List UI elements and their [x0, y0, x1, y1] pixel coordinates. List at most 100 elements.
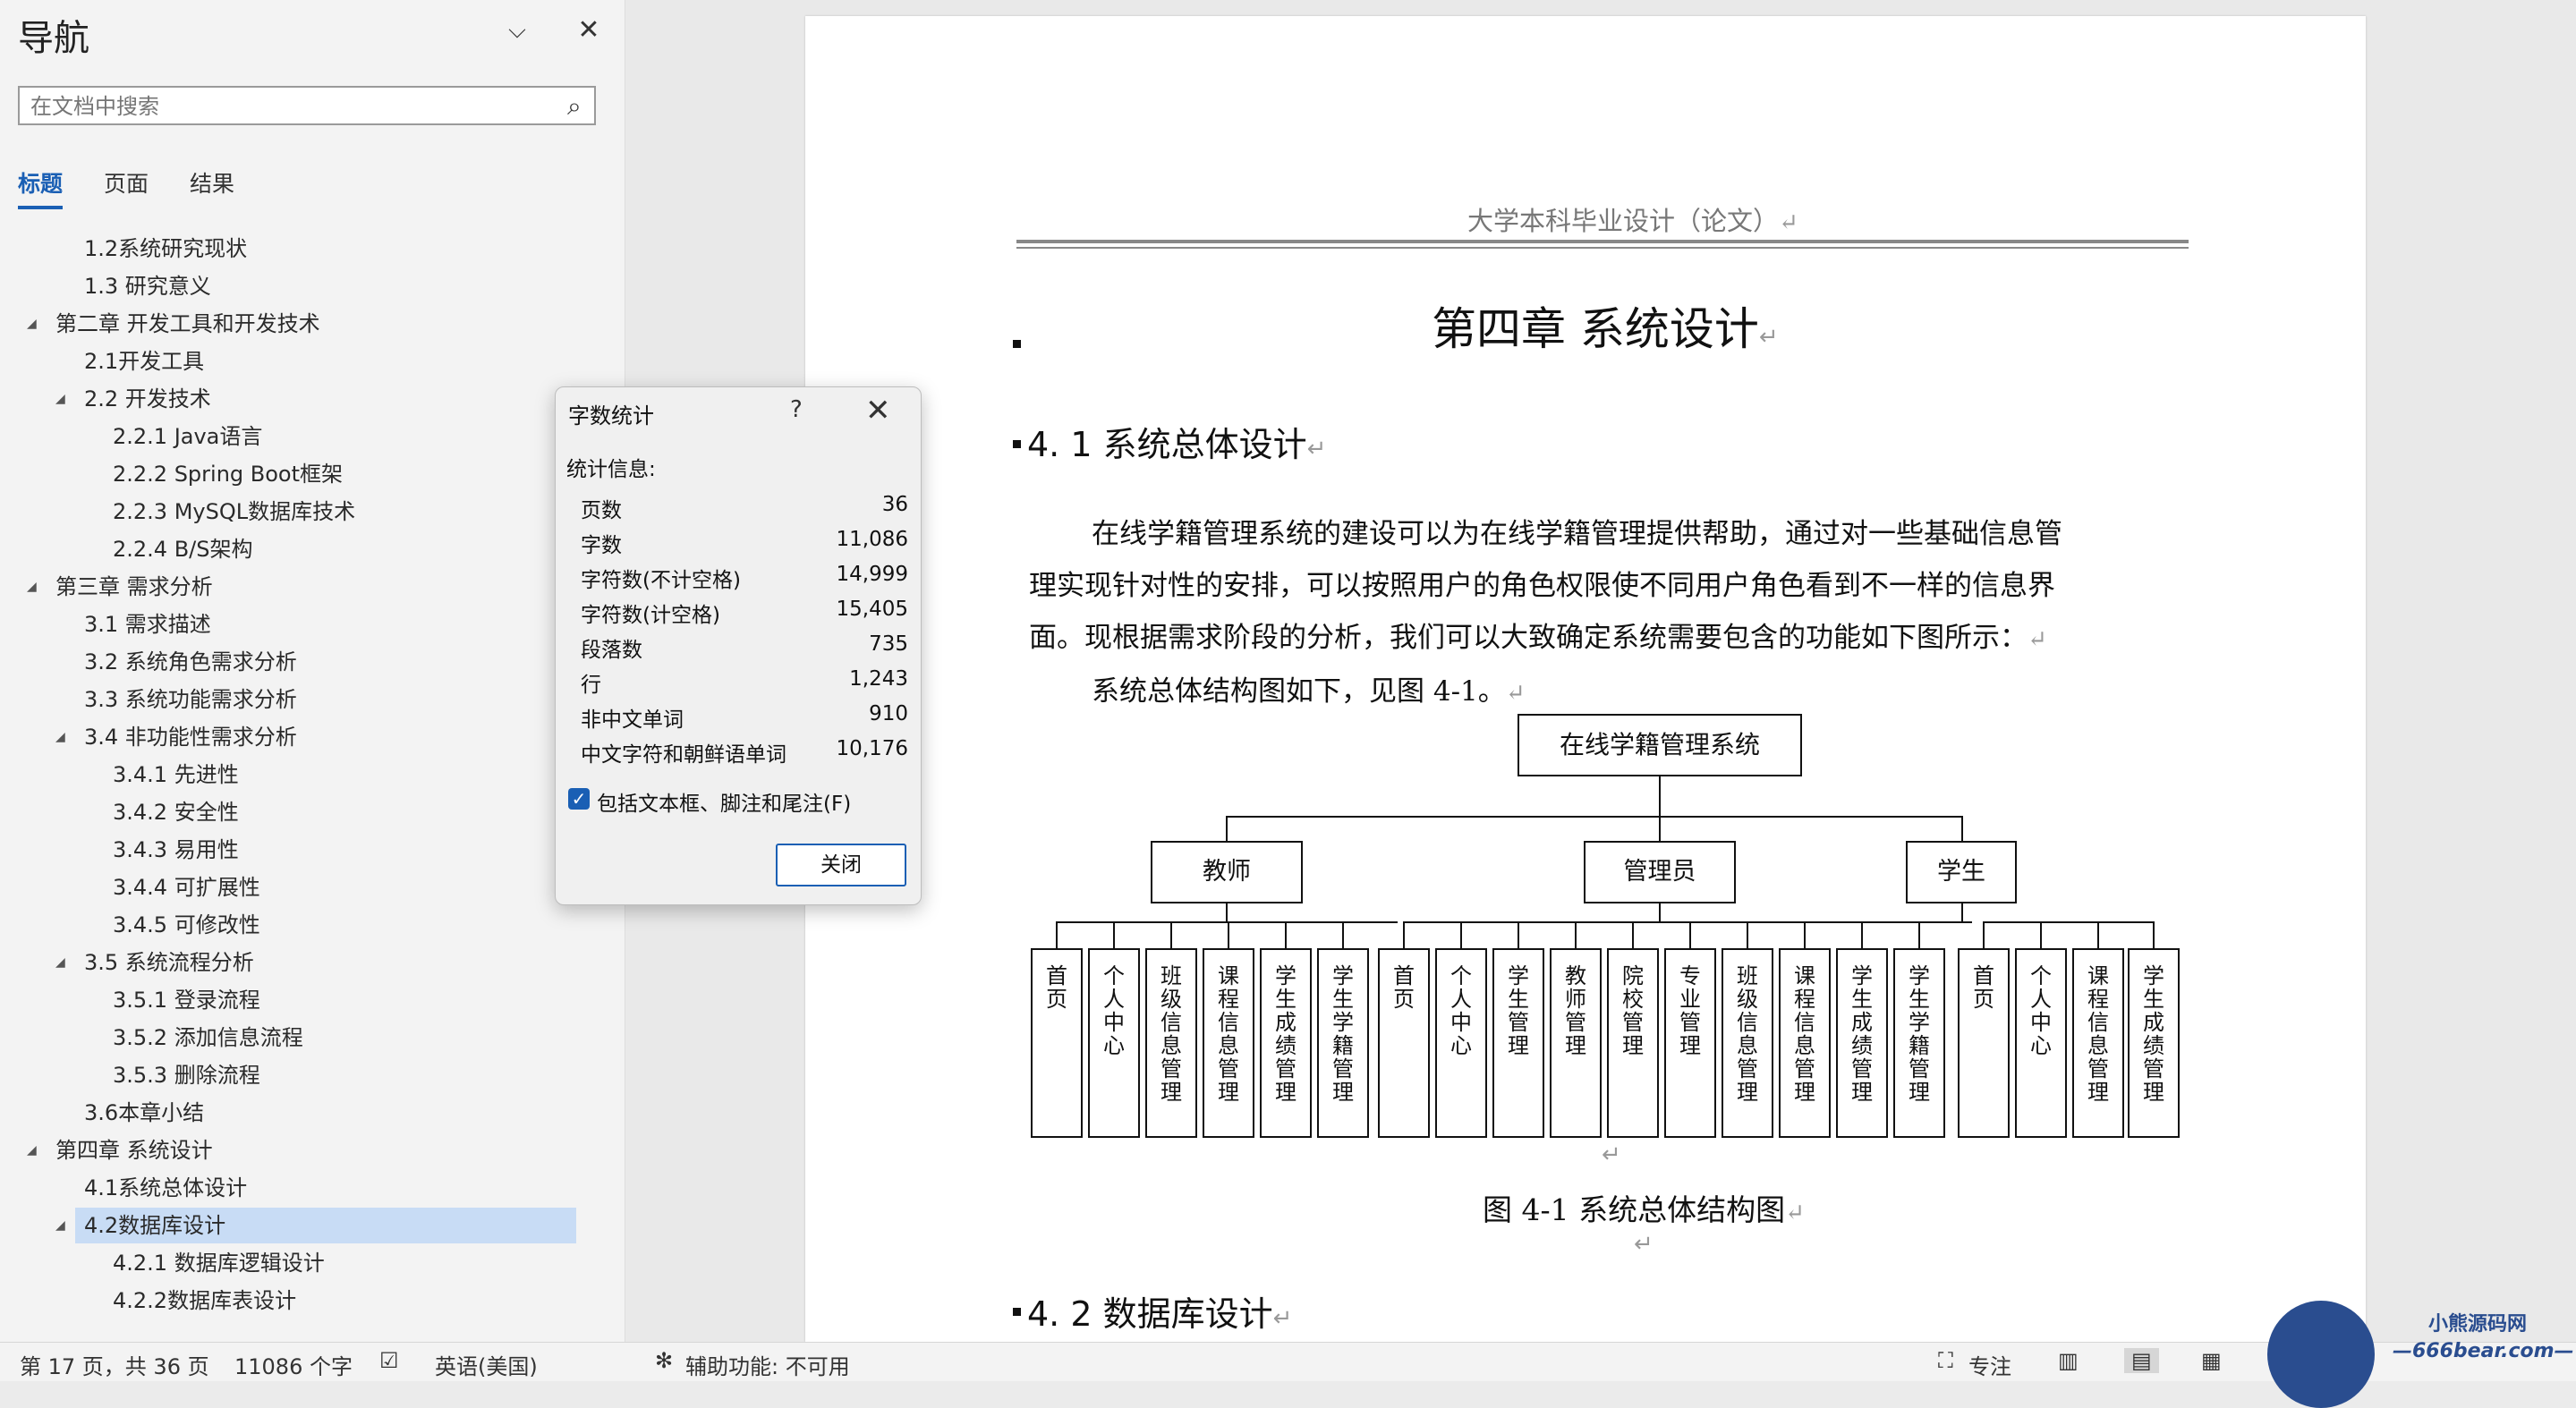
- leaf-node: 学生学籍管理: [1317, 948, 1369, 1138]
- focus-mode[interactable]: 专注: [1968, 1349, 2011, 1380]
- tree-item[interactable]: 第四章 系统设计: [55, 1132, 213, 1168]
- tree-item[interactable]: 3.6本章小结: [84, 1095, 204, 1131]
- accessibility-icon[interactable]: ✻: [655, 1348, 673, 1373]
- tree-item[interactable]: 3.5.2 添加信息流程: [113, 1020, 303, 1056]
- tab-pages[interactable]: 页面: [104, 166, 149, 199]
- connector: [1861, 921, 1863, 948]
- tab-results[interactable]: 结果: [190, 166, 234, 199]
- header-rule: [1016, 240, 2189, 243]
- leaf-node: 学生成绩管理: [1836, 948, 1888, 1138]
- word-count-dialog: 字数统计 ? ✕ 统计信息: 页数 36 字数 11,086 字符数(不计空格) 14…: [555, 386, 922, 905]
- include-textboxes-checkbox[interactable]: ✓: [568, 788, 590, 810]
- paragraph-mark: [1013, 340, 1021, 348]
- connector: [1460, 921, 1462, 948]
- collapse-triangle-icon[interactable]: ◢: [55, 381, 65, 417]
- connector: [1056, 921, 1058, 948]
- tree-item[interactable]: 2.2 开发技术: [84, 381, 211, 417]
- leaf-node: 学生成绩管理: [2128, 948, 2180, 1138]
- body-paragraph: 在线学籍管理系统的建设可以为在线学籍管理提供帮助，通过对一些基础信息管 理实现针…: [1029, 508, 2094, 719]
- tree-item[interactable]: 3.4.5 可修改性: [113, 907, 260, 943]
- diagram-root: 在线学籍管理系统: [1518, 714, 1802, 776]
- collapse-triangle-icon[interactable]: ◢: [55, 1208, 65, 1243]
- leaf-node: 首页: [1378, 948, 1430, 1138]
- tree-item[interactable]: 1.3 研究意义: [84, 268, 211, 304]
- watermark-logo: 小熊源码网 —666bear.com—: [2267, 1301, 2576, 1408]
- tree-item[interactable]: 第三章 需求分析: [55, 569, 213, 605]
- tree-item[interactable]: 3.1 需求描述: [84, 606, 211, 642]
- paragraph-mark: [1013, 440, 1021, 448]
- checkbox-label[interactable]: 包括文本框、脚注和尾注(F): [597, 786, 851, 817]
- chevron-down-icon[interactable]: ⌵: [501, 14, 533, 47]
- collapse-triangle-icon[interactable]: ◢: [27, 306, 37, 342]
- print-layout-icon[interactable]: ▤: [2124, 1348, 2159, 1373]
- close-icon[interactable]: ✕: [865, 393, 891, 428]
- tree-item[interactable]: 3.5 系统流程分析: [84, 945, 254, 980]
- tree-item[interactable]: 2.2.1 Java语言: [113, 419, 262, 454]
- close-icon[interactable]: ✕: [573, 14, 605, 47]
- leaf-node: 学生学籍管理: [1893, 948, 1945, 1138]
- stats-section-label: 统计信息:: [566, 458, 656, 481]
- tree-item[interactable]: 第二章 开发工具和开发技术: [55, 306, 320, 342]
- leaf-node: 课程信息管理: [1203, 948, 1254, 1138]
- connector: [1689, 921, 1691, 948]
- tree-item[interactable]: 2.2.3 MySQL数据库技术: [113, 494, 355, 530]
- tree-item[interactable]: 3.4.1 先进性: [113, 757, 239, 793]
- leaf-node: 个人中心: [1088, 948, 1140, 1138]
- collapse-triangle-icon[interactable]: ◢: [55, 945, 65, 980]
- tree-item[interactable]: 3.3 系统功能需求分析: [84, 682, 297, 717]
- read-mode-icon[interactable]: ▥: [2058, 1348, 2079, 1373]
- stat-row: 段落数 735: [581, 632, 908, 662]
- leaf-node: 班级信息管理: [1722, 948, 1773, 1138]
- search-icon[interactable]: ⌕: [567, 91, 582, 122]
- tree-item-selected[interactable]: 4.2数据库设计: [75, 1208, 576, 1243]
- para-line: 理实现针对性的安排，可以按照用户的角色权限使不同用户角色看到不一样的信息界: [1029, 570, 2055, 602]
- tree-item[interactable]: 1.2系统研究现状: [84, 231, 247, 267]
- help-icon[interactable]: ?: [790, 396, 803, 423]
- tree-item[interactable]: 3.5.3 删除流程: [113, 1057, 260, 1093]
- document-page[interactable]: 大学本科毕业设计（论文）↵ 第四章 系统设计↵ 4. 1 系统总体设计↵ 在线学…: [805, 16, 2366, 1342]
- tree-item[interactable]: 3.4 非功能性需求分析: [84, 719, 297, 755]
- tree-item[interactable]: 3.4.3 易用性: [113, 832, 239, 868]
- diagram-group-student: 学生: [1906, 841, 2017, 903]
- collapse-triangle-icon[interactable]: ◢: [55, 719, 65, 755]
- connector: [1983, 921, 2153, 923]
- tree-item[interactable]: 3.2 系统角色需求分析: [84, 644, 297, 680]
- collapse-triangle-icon[interactable]: ◢: [27, 1132, 37, 1168]
- word-count[interactable]: 11086 个字: [234, 1349, 353, 1380]
- leaf-node: 首页: [1031, 948, 1083, 1138]
- connector: [1632, 921, 1634, 948]
- leaf-node: 课程信息管理: [2072, 948, 2124, 1138]
- section-heading: 4. 1 系统总体设计↵: [1027, 425, 1327, 464]
- search-box[interactable]: ⌕: [18, 86, 596, 125]
- focus-icon[interactable]: ⛶: [1938, 1348, 1953, 1373]
- watermark-text: 小熊源码网: [2428, 1313, 2528, 1336]
- navigation-pane: 导航 ⌵ ✕ ⌕ 标题 页面 结果 1.2系统研究现状 1.3 研究意义 ◢ 第…: [0, 0, 625, 1342]
- connector: [1747, 921, 1748, 948]
- close-button[interactable]: 关闭: [776, 844, 906, 886]
- search-input[interactable]: [29, 91, 551, 122]
- tab-headings[interactable]: 标题: [18, 166, 63, 199]
- leaf-node: 班级信息管理: [1145, 948, 1197, 1138]
- active-tab-indicator: [18, 206, 63, 209]
- nav-title: 导航: [18, 18, 89, 59]
- tree-item[interactable]: 2.2.2 Spring Boot框架: [113, 456, 343, 492]
- connector: [1403, 921, 1972, 923]
- page-count[interactable]: 第 17 页，共 36 页: [20, 1349, 209, 1380]
- tree-item[interactable]: 4.1系统总体设计: [84, 1170, 247, 1206]
- collapse-triangle-icon[interactable]: ◢: [27, 569, 37, 605]
- tree-item[interactable]: 3.4.4 可扩展性: [113, 869, 260, 905]
- tree-item[interactable]: 3.4.2 安全性: [113, 794, 239, 830]
- tree-item[interactable]: 2.2.4 B/S架构: [113, 531, 252, 567]
- web-layout-icon[interactable]: ▦: [2201, 1348, 2222, 1373]
- proofing-icon[interactable]: ☑: [379, 1348, 399, 1373]
- tree-item[interactable]: 2.1开发工具: [84, 344, 204, 379]
- tree-item[interactable]: 4.2.1 数据库逻辑设计: [113, 1245, 325, 1281]
- connector: [1961, 816, 1963, 841]
- connector: [1659, 776, 1661, 818]
- tree-item[interactable]: 3.5.1 登录流程: [113, 982, 260, 1018]
- language[interactable]: 英语(美国): [435, 1349, 538, 1380]
- accessibility-status[interactable]: 辅助功能: 不可用: [685, 1349, 850, 1380]
- leaf-node: 院校管理: [1607, 948, 1659, 1138]
- tree-item[interactable]: 4.2.2数据库表设计: [113, 1283, 296, 1319]
- paragraph-mark: ↵: [1634, 1231, 1654, 1258]
